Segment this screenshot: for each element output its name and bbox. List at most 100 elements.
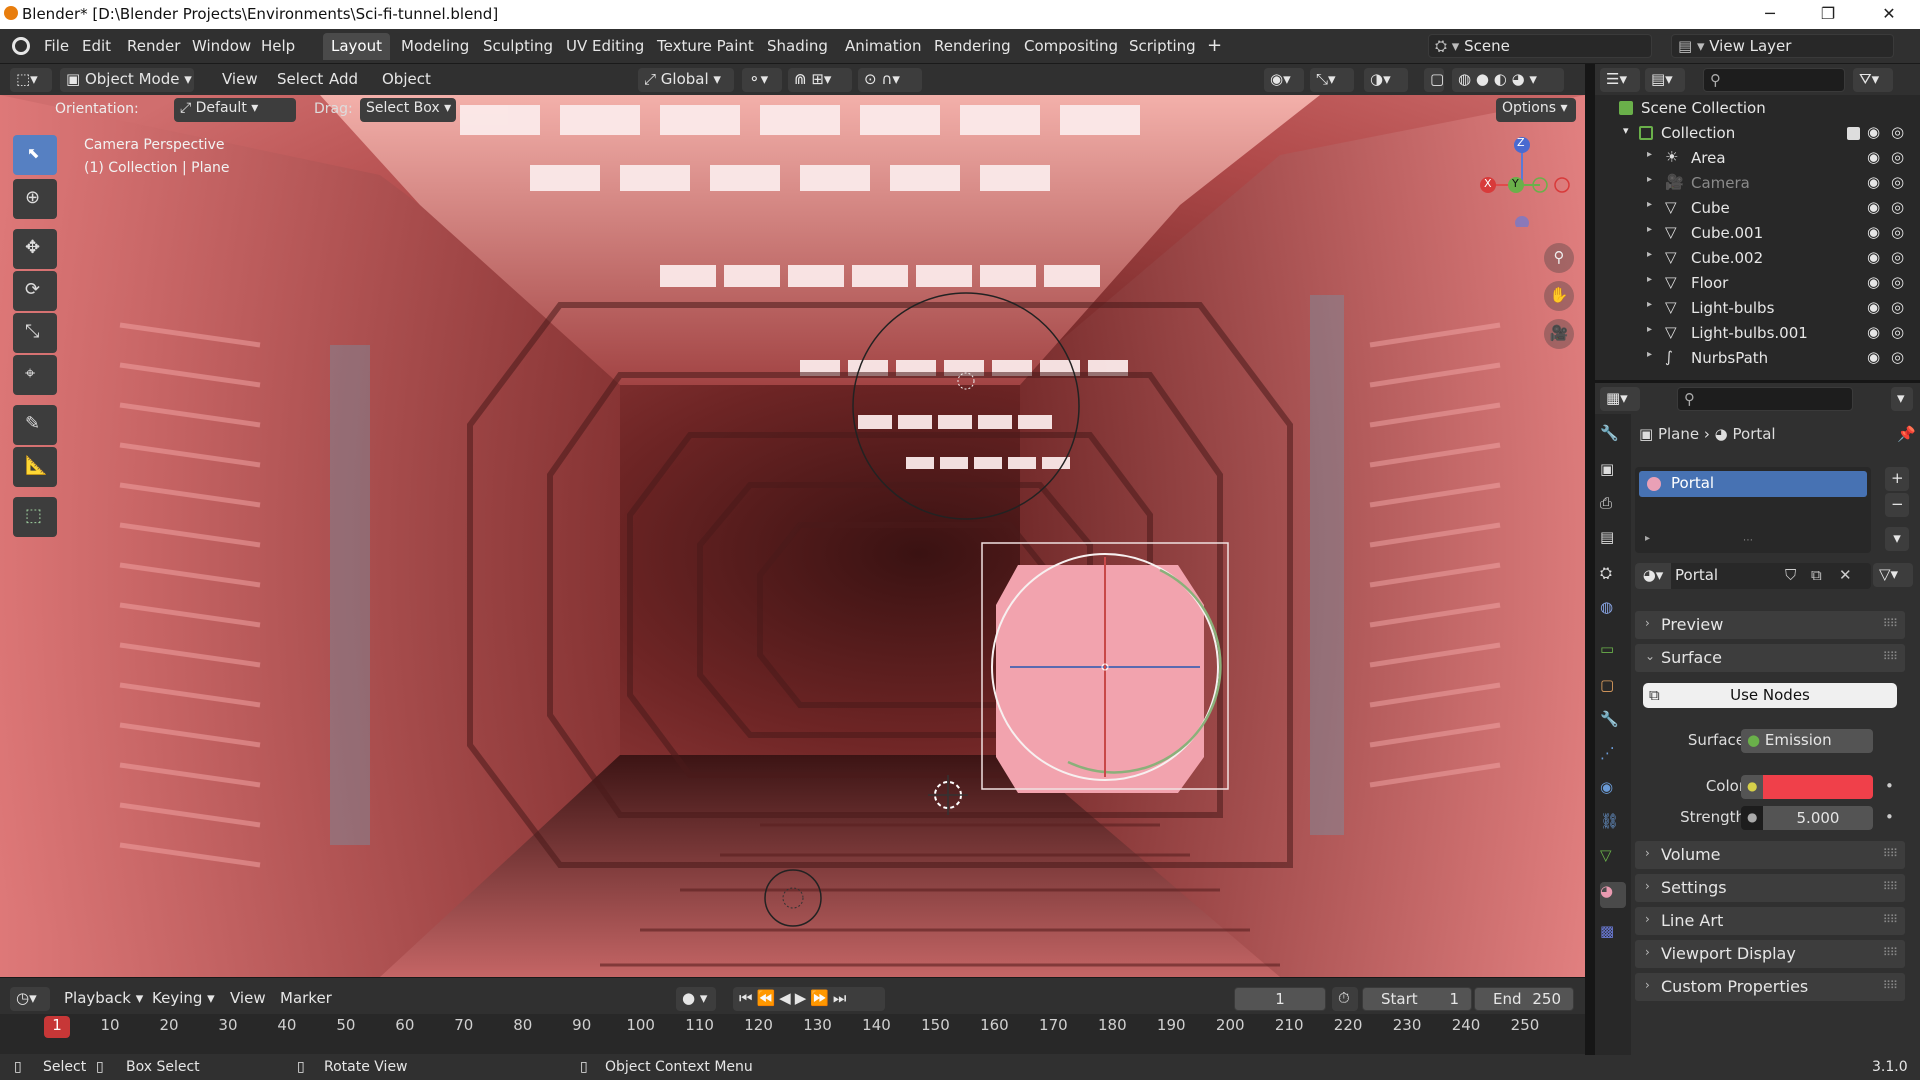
link-dropdown[interactable]: ▽▾ bbox=[1873, 563, 1913, 587]
texture-tab-icon[interactable]: ▩ bbox=[1600, 922, 1626, 948]
menu-help[interactable]: Help bbox=[255, 35, 301, 57]
expand-arrow-icon[interactable]: ▸ bbox=[1647, 249, 1652, 260]
outliner-scene-collection[interactable]: Scene Collection bbox=[1595, 96, 1920, 121]
add-slot-button[interactable]: + bbox=[1885, 467, 1909, 491]
tool-add-cube[interactable]: ⬚ bbox=[13, 497, 57, 537]
area-divider[interactable] bbox=[1585, 64, 1595, 1055]
properties-search-input[interactable]: ⚲ bbox=[1677, 387, 1853, 411]
scene-selector[interactable]: ⛭ ▾ Scene bbox=[1428, 34, 1652, 58]
tool-annotate[interactable]: ✎ bbox=[13, 405, 57, 445]
modifier-tab-icon[interactable]: 🔧 bbox=[1600, 710, 1626, 736]
outliner-item[interactable]: ▸ ∫ NurbsPath ◉ ◎ bbox=[1595, 346, 1920, 371]
view-layer-selector[interactable]: ▤ ▾ View Layer bbox=[1671, 34, 1894, 58]
keyframe-dot-icon[interactable]: • bbox=[1885, 808, 1894, 826]
orientation-dropdown[interactable]: ⤢ Default ▾ bbox=[174, 98, 296, 122]
camera-view-icon[interactable]: 🎥 bbox=[1544, 319, 1574, 349]
outliner-item[interactable]: ▸ ▽ Cube.001 ◉ ◎ bbox=[1595, 221, 1920, 246]
tab-animation[interactable]: Animation bbox=[837, 33, 929, 60]
visibility-button[interactable]: ◉▾ bbox=[1264, 68, 1304, 92]
tool-rotate[interactable]: ⟳ bbox=[13, 271, 57, 311]
tool-select-box[interactable]: ⬉ bbox=[13, 135, 57, 175]
output-tab-icon[interactable]: ⎙ bbox=[1600, 494, 1626, 520]
panel-preview[interactable]: › Preview ⠿⠿ bbox=[1635, 611, 1905, 639]
tab-uv-editing[interactable]: UV Editing bbox=[558, 33, 652, 60]
outliner-search-input[interactable]: ⚲ bbox=[1703, 68, 1845, 92]
tool-transform[interactable]: ⌖ bbox=[13, 355, 57, 395]
checkbox-icon[interactable] bbox=[1847, 127, 1860, 140]
panel-custom-properties[interactable]: › Custom Properties ⠿⠿ bbox=[1635, 973, 1905, 1001]
camera-render-icon[interactable]: ◎ bbox=[1891, 248, 1904, 266]
outliner-collection[interactable]: ▾ Collection ◉ ◎ bbox=[1595, 121, 1920, 146]
camera-render-icon[interactable]: ◎ bbox=[1891, 223, 1904, 241]
timeline-menu-playback[interactable]: Playback ▾ bbox=[58, 987, 149, 1009]
outliner-item[interactable]: ▸ ▽ Cube ◉ ◎ bbox=[1595, 196, 1920, 221]
particles-tab-icon[interactable]: ⋰ bbox=[1600, 744, 1626, 770]
view-layer-tab-icon[interactable]: ▤ bbox=[1600, 528, 1626, 554]
eye-icon[interactable]: ◉ bbox=[1867, 298, 1880, 316]
expand-arrow-icon[interactable]: ▸ bbox=[1645, 533, 1650, 544]
eye-icon[interactable]: ◉ bbox=[1867, 273, 1880, 291]
outliner-item[interactable]: ▸ 🎥 Camera ◉ ◎ bbox=[1595, 171, 1920, 196]
unlink-icon[interactable]: ✕ bbox=[1839, 566, 1852, 584]
expand-arrow-icon[interactable]: ▸ bbox=[1647, 174, 1652, 185]
outliner-item[interactable]: ▸ ▽ Floor ◉ ◎ bbox=[1595, 271, 1920, 296]
menu-file[interactable]: File bbox=[38, 35, 75, 57]
camera-render-icon[interactable]: ◎ bbox=[1891, 298, 1904, 316]
pan-hand-icon[interactable]: ✋ bbox=[1544, 281, 1574, 311]
add-workspace-button[interactable]: + bbox=[1199, 31, 1230, 58]
maximize-button[interactable]: ❐ bbox=[1805, 0, 1851, 29]
panel-viewport-display[interactable]: › Viewport Display ⠿⠿ bbox=[1635, 940, 1905, 968]
material-tab-icon[interactable]: ◕ bbox=[1600, 882, 1626, 908]
panel-surface[interactable]: ⌄ Surface ⠿⠿ bbox=[1635, 644, 1905, 672]
expand-arrow-icon[interactable]: ▸ bbox=[1647, 349, 1652, 360]
material-slot-portal[interactable]: Portal bbox=[1639, 471, 1867, 497]
snap-button[interactable]: ⋒ ⊞▾ bbox=[788, 68, 852, 92]
auto-keying-button[interactable]: ● ▾ bbox=[676, 987, 716, 1011]
camera-render-icon[interactable]: ◎ bbox=[1891, 173, 1904, 191]
display-mode-button[interactable]: ▤▾ bbox=[1645, 68, 1685, 92]
data-tab-icon[interactable]: ▽ bbox=[1600, 846, 1626, 872]
gizmo-toggle[interactable]: ⤡▾ bbox=[1310, 68, 1354, 92]
close-button[interactable]: ✕ bbox=[1866, 0, 1912, 29]
color-field[interactable]: ● bbox=[1741, 775, 1873, 799]
timeline-menu-view[interactable]: View bbox=[224, 987, 272, 1009]
editor-type-button[interactable]: ⬚▾ bbox=[10, 68, 52, 92]
constraints-tab-icon[interactable]: ⛓ bbox=[1600, 812, 1626, 838]
menu-window[interactable]: Window bbox=[186, 35, 257, 57]
menu-edit[interactable]: Edit bbox=[76, 35, 117, 57]
world-tab-icon[interactable]: ◍ bbox=[1600, 598, 1626, 624]
material-name-field[interactable]: Portal bbox=[1675, 566, 1718, 584]
xray-toggle[interactable]: ▢ bbox=[1424, 68, 1444, 92]
object-tab-icon[interactable]: ▢ bbox=[1600, 676, 1626, 702]
preview-range-button[interactable]: ⏱ bbox=[1332, 987, 1358, 1011]
tab-shading[interactable]: Shading bbox=[759, 33, 836, 60]
browse-material-button[interactable]: ◕▾ bbox=[1635, 563, 1671, 589]
panel-volume[interactable]: › Volume ⠿⠿ bbox=[1635, 841, 1905, 869]
properties-options[interactable]: ▾ bbox=[1891, 387, 1913, 411]
tool-measure[interactable]: 📐 bbox=[13, 447, 57, 487]
transform-orientation-dropdown[interactable]: ⤢ Global ▾ bbox=[638, 68, 734, 92]
outliner-item[interactable]: ▸ ▽ Cube.002 ◉ ◎ bbox=[1595, 246, 1920, 271]
tool-cursor[interactable]: ⊕ bbox=[13, 179, 57, 219]
3d-viewport[interactable]: Orientation: ⤢ Default ▾ Drag: Select Bo… bbox=[0, 95, 1585, 977]
proportional-edit-button[interactable]: ⊙ ∩▾ bbox=[858, 68, 922, 92]
menu-view[interactable]: View bbox=[216, 68, 264, 90]
tab-sculpting[interactable]: Sculpting bbox=[475, 33, 561, 60]
eye-icon[interactable]: ◉ bbox=[1867, 223, 1880, 241]
pin-icon[interactable]: 📌 bbox=[1897, 425, 1916, 443]
outliner-editor-type[interactable]: ☰▾ bbox=[1600, 68, 1640, 92]
color-swatch[interactable] bbox=[1763, 775, 1873, 799]
playback-controls[interactable]: ⏮⏪◀▶⏩⏭ bbox=[733, 987, 885, 1011]
timeline-menu-marker[interactable]: Marker bbox=[274, 987, 338, 1009]
pivot-point-button[interactable]: ⚬▾ bbox=[742, 68, 782, 92]
use-nodes-button[interactable]: ⧉ Use Nodes bbox=[1643, 683, 1897, 708]
panel-line-art[interactable]: › Line Art ⠿⠿ bbox=[1635, 907, 1905, 935]
tool-move[interactable]: ✥ bbox=[13, 229, 57, 269]
menu-render[interactable]: Render bbox=[121, 35, 186, 57]
expand-arrow-icon[interactable]: ▸ bbox=[1647, 224, 1652, 235]
camera-render-icon[interactable]: ◎ bbox=[1891, 323, 1904, 341]
eye-icon[interactable]: ◉ bbox=[1867, 348, 1880, 366]
tab-texture-paint[interactable]: Texture Paint bbox=[649, 33, 762, 60]
filter-button[interactable]: ⛛▾ bbox=[1853, 68, 1893, 92]
shading-mode-group[interactable]: ◍ ● ◐ ◕ ▾ bbox=[1452, 68, 1564, 92]
